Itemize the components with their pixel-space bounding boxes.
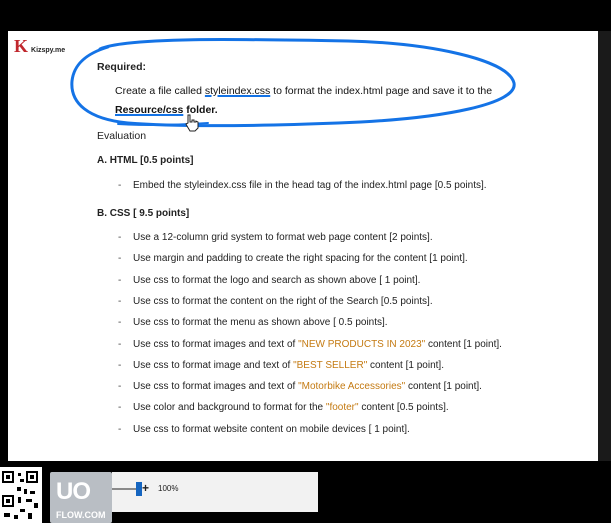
section-b-item: Use css to format images and text of "NE… <box>133 339 502 350</box>
section-b-item: Use margin and padding to create the rig… <box>133 253 468 264</box>
section-b-heading: B. CSS [ 9.5 points] <box>97 208 190 219</box>
section-b-item-text: Use css to format the menu as shown abov… <box>133 317 388 329</box>
bullet-dash: - <box>118 317 122 329</box>
section-b-item: Use color and background to format for t… <box>133 402 449 413</box>
brand-watermark-logo: UO <box>56 478 91 505</box>
bullet-dash: - <box>118 253 122 265</box>
document-page: K Kizspy.me Required: Create a file call… <box>8 31 598 461</box>
section-b-item-text: Use css to format the content on the rig… <box>133 295 433 307</box>
section-b-item: Use css to format image and text of "BES… <box>133 360 444 371</box>
section-b-item-highlight: "footer" <box>325 402 359 414</box>
section-b-item: Use a 12-column grid system to format we… <box>133 232 433 243</box>
section-b-item-highlight: "Motorbike Accessories" <box>298 381 406 393</box>
section-b-item-suffix: content [1 point]. <box>425 338 502 350</box>
section-b-item-suffix: content [1 point]. <box>405 381 482 393</box>
required-filename: styleindex.css <box>204 85 271 97</box>
section-a-heading: A. HTML [0.5 points] <box>97 155 194 166</box>
brand-watermark-text: FLOW.COM <box>56 510 106 520</box>
logo-mark: K <box>14 36 29 56</box>
bullet-dash: - <box>118 402 122 414</box>
qr-code-icon <box>2 471 38 519</box>
brand-logo: K Kizspy.me <box>14 37 65 55</box>
zoom-control: + 100% <box>112 472 318 512</box>
required-line-1-pre: Create a file called <box>115 85 205 97</box>
bullet-dash: - <box>118 274 122 286</box>
section-b-item-text: Use color and background to format for t… <box>133 402 326 414</box>
section-b-item-text: Use css to format image and text of <box>133 359 294 371</box>
required-line-1-post: to format the index.html page and save i… <box>270 85 493 97</box>
qr-code <box>0 467 42 523</box>
zoom-level-label: 100% <box>158 484 179 493</box>
section-b-item-text: Use css to format the logo and search as… <box>133 274 421 286</box>
video-brand-watermark: UO FLOW.COM <box>50 472 112 523</box>
section-b-item-text: Use css to format images and text of <box>133 338 299 350</box>
section-b-item-text: Use a 12-column grid system to format we… <box>133 232 433 243</box>
bullet-dash: - <box>118 423 122 435</box>
bullet-dash: - <box>118 359 122 371</box>
bullet-dash: - <box>118 381 122 393</box>
section-b-item-text: Use css to format images and text of <box>133 381 299 393</box>
screen: K Kizspy.me Required: Create a file call… <box>0 0 611 523</box>
section-b-item-highlight: "BEST SELLER" <box>293 359 368 371</box>
section-b-item-text: Use css to format website content on mob… <box>133 423 410 435</box>
required-line-1: Create a file called styleindex.css to f… <box>115 85 492 97</box>
logo-text: Kizspy.me <box>31 47 66 54</box>
section-b-item: Use css to format the logo and search as… <box>133 275 420 286</box>
section-b-item: Use css to format images and text of "Mo… <box>133 381 482 392</box>
zoom-in-button[interactable]: + <box>142 481 149 495</box>
section-b-item-suffix: content [1 point]. <box>367 359 444 371</box>
bullet-dash: - <box>118 295 122 307</box>
side-strip <box>598 31 611 461</box>
section-a-item: Embed the styleindex.css file in the hea… <box>133 180 487 191</box>
bullet-dash: - <box>118 232 122 243</box>
evaluation-heading: Evaluation <box>97 130 147 142</box>
bullet-dash: - <box>118 338 122 350</box>
required-heading: Required: <box>97 61 147 73</box>
section-b-item: Use css to format the content on the rig… <box>133 296 433 307</box>
section-b-item-suffix: content [0.5 points]. <box>358 402 449 414</box>
required-folder: Resource/css <box>115 104 184 116</box>
required-line-2: Resource/css folder. <box>115 104 218 116</box>
section-b-item: Use css to format the menu as shown abov… <box>133 317 388 328</box>
bullet-dash: - <box>118 180 122 191</box>
hand-cursor-icon <box>185 114 199 132</box>
section-b-item-highlight: "NEW PRODUCTS IN 2023" <box>298 338 426 350</box>
section-b-item-text: Use margin and padding to create the rig… <box>133 253 468 265</box>
section-b-item: Use css to format website content on mob… <box>133 424 410 435</box>
